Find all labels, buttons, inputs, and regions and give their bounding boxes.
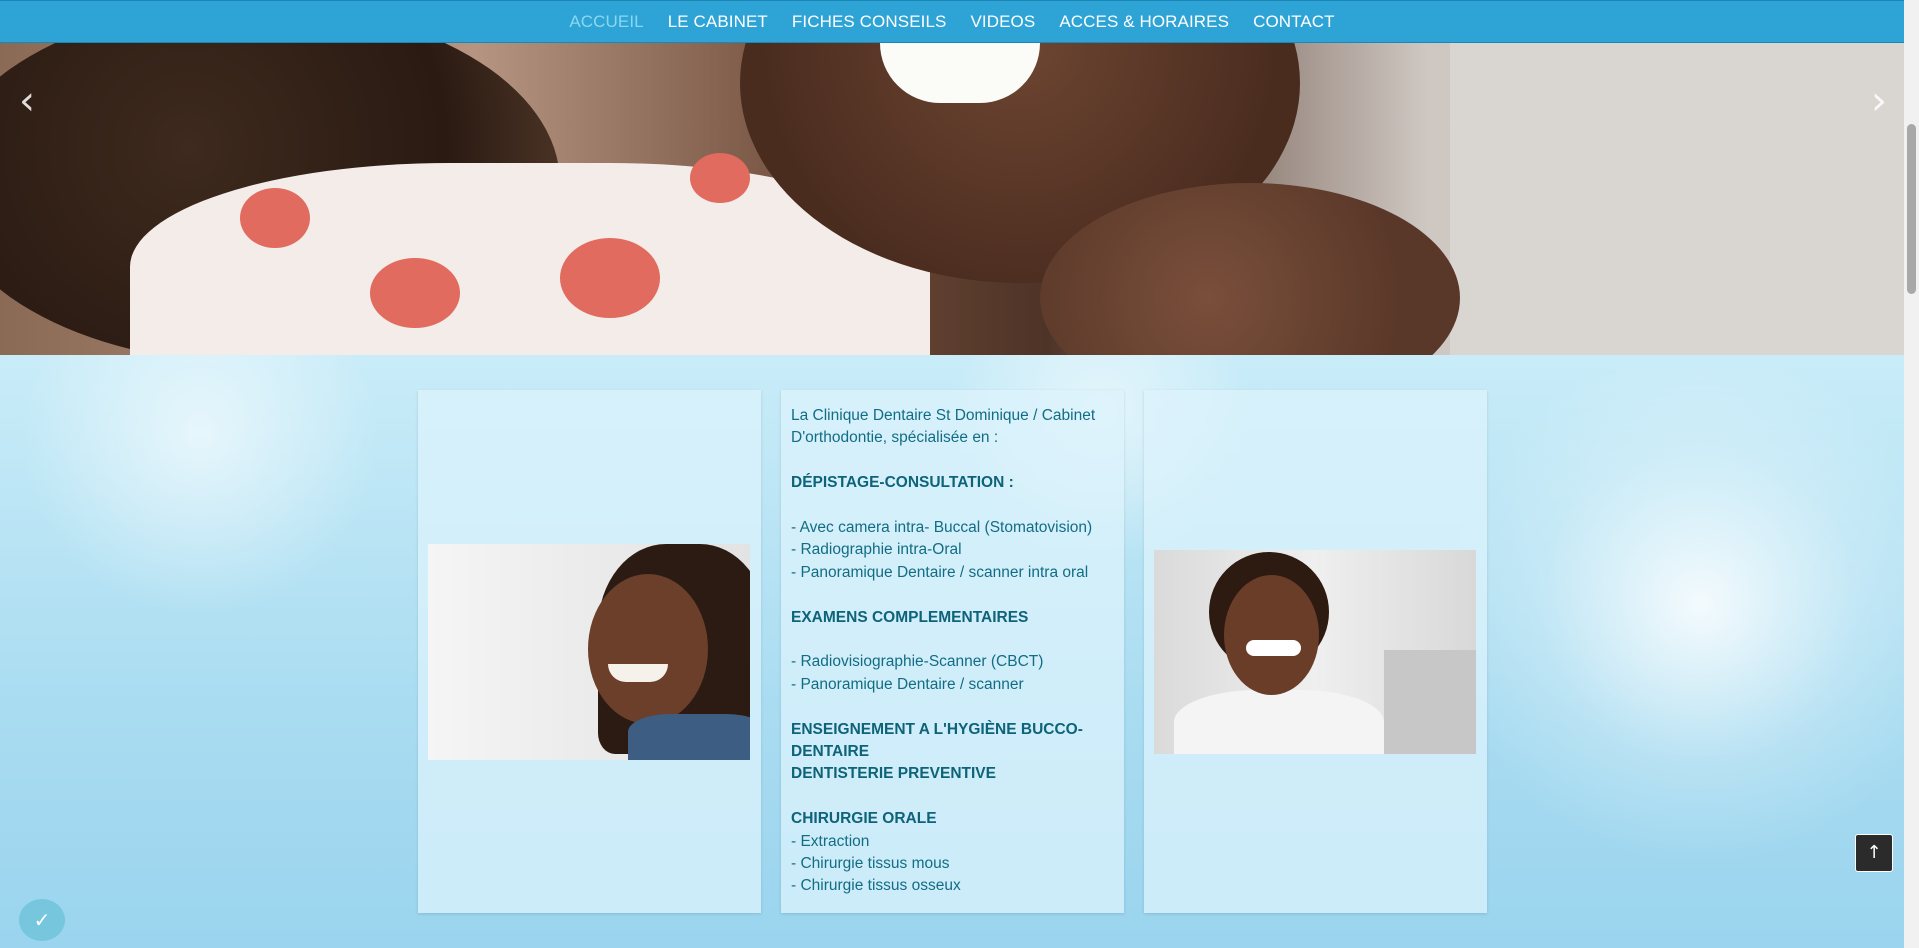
dentisterie-heading: DENTISTERIE PREVENTIVE xyxy=(791,765,996,783)
photo-cabinet xyxy=(1384,650,1476,754)
service-item: - Radiovisiographie-Scanner (CBCT) xyxy=(791,653,1044,671)
nav-item-videos[interactable]: VIDEOS xyxy=(958,0,1047,43)
depistage-heading: DÉPISTAGE-CONSULTATION : xyxy=(791,474,1014,492)
enseignement-heading: ENSEIGNEMENT A L'HYGIÈNE BUCCO-DENTAIRE xyxy=(791,720,1083,761)
nav-item-le-cabinet[interactable]: LE CABINET xyxy=(656,0,780,43)
services-intro: La Clinique Dentaire St Dominique / Cabi… xyxy=(791,407,1096,447)
slider-prev-button[interactable]: ‹ xyxy=(12,81,42,121)
hero-flower-pattern xyxy=(240,188,310,248)
service-item: - Avec camera intra- Buccal (Stomatovisi… xyxy=(791,519,1093,536)
photo-face xyxy=(1224,575,1319,695)
image-card-left xyxy=(418,390,761,913)
hero-flower-pattern xyxy=(560,238,660,318)
hero-background xyxy=(1450,43,1904,355)
service-item: - Panoramique Dentaire / scanner intra o… xyxy=(791,563,1089,581)
nav-item-acces-horaires[interactable]: ACCES & HORAIRES xyxy=(1047,0,1241,43)
hero-slider: ‹ › xyxy=(0,43,1904,355)
service-item: - Radiographie intra-Oral xyxy=(791,541,962,559)
photo-aligner xyxy=(1246,640,1301,656)
accessibility-badge-button[interactable]: ✓ xyxy=(19,899,65,941)
service-item: - Chirurgie tissus mous xyxy=(791,855,950,873)
hero-flower-pattern xyxy=(370,258,460,328)
services-section: La Clinique Dentaire St Dominique / Cabi… xyxy=(0,355,1904,948)
scrollbar-thumb[interactable] xyxy=(1907,124,1916,294)
nav-item-fiches-conseils[interactable]: FICHES CONSEILS xyxy=(780,0,959,43)
nav-item-accueil[interactable]: ACCUEIL xyxy=(557,0,655,43)
checkmark-badge-icon: ✓ xyxy=(33,908,51,932)
photo-shirt xyxy=(1174,690,1384,754)
chirurgie-heading: CHIRURGIE ORALE xyxy=(791,810,937,828)
main-navbar: ACCUEIL LE CABINET FICHES CONSEILS VIDEO… xyxy=(0,0,1904,43)
woman-with-aligner-photo xyxy=(1154,550,1476,754)
arrow-up-icon: ↑ xyxy=(1866,842,1882,863)
image-card-right xyxy=(1144,390,1487,913)
slider-next-button[interactable]: › xyxy=(1864,81,1894,121)
chevron-left-icon: ‹ xyxy=(19,78,35,124)
examens-heading: EXAMENS COMPLEMENTAIRES xyxy=(791,608,1029,626)
hero-flower-pattern xyxy=(690,153,750,203)
photo-face xyxy=(588,574,708,724)
photo-smile xyxy=(608,664,668,682)
services-card: La Clinique Dentaire St Dominique / Cabi… xyxy=(781,390,1124,913)
service-item: - Chirurgie tissus osseux xyxy=(791,877,961,895)
services-text: La Clinique Dentaire St Dominique / Cabi… xyxy=(791,405,1114,898)
page-scrollbar[interactable] xyxy=(1904,0,1919,948)
chevron-right-icon: › xyxy=(1871,78,1887,124)
photo-jacket xyxy=(628,714,750,760)
service-item: - Panoramique Dentaire / scanner xyxy=(791,675,1024,693)
nav-item-contact[interactable]: CONTACT xyxy=(1241,0,1347,43)
girl-with-braces-photo xyxy=(428,544,750,760)
scroll-to-top-button[interactable]: ↑ xyxy=(1855,834,1893,872)
service-item: - Extraction xyxy=(791,832,870,850)
